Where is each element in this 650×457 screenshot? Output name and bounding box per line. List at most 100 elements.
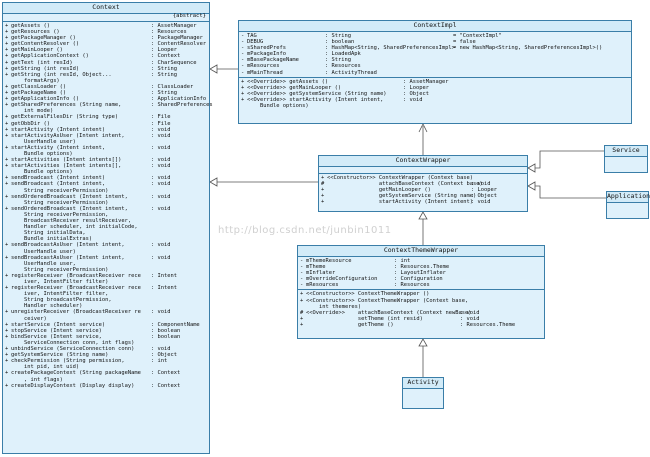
service-to-wrapper-arrowhead (527, 163, 536, 173)
contextthemewrapper-method-row: + <<Constructor>> ContextThemeWrapper (Co… (300, 298, 542, 310)
contextwrapper-methods-section: + <<Constructor>> ContextWrapper (Context… (319, 174, 527, 206)
member-signature: checkPermission (String permission, int … (11, 358, 125, 371)
member-signature: unregisterReceiver (BroadcastReceiver re… (11, 309, 141, 322)
service-class-box[interactable]: Service (604, 145, 648, 173)
contextwrapper-class-box[interactable]: ContextWrapper + <<Constructor>> ContextW… (318, 155, 528, 212)
context-method-row: + startActivity (Intent intent, Bundle op… (5, 145, 207, 157)
activity-fields-section (403, 389, 443, 396)
application-to-wrapper-arrowhead (527, 181, 536, 191)
member-signature: sendBroadcast (Intent intent, String rec… (11, 181, 109, 194)
member-type: : Intent (151, 272, 177, 279)
contextthemewrapper-field-row: - mResources: Resources (300, 282, 542, 288)
member-type: : void (471, 199, 491, 206)
member-signature: sendOrderedBroadcast (Intent intent, Str… (11, 205, 138, 243)
activity-class-box[interactable]: Activity (402, 377, 444, 409)
member-type: : void (151, 144, 171, 151)
wrapper-to-context-arrowhead (209, 177, 218, 187)
context-method-row: + checkPermission (String permission, int… (5, 358, 207, 370)
member-signature: sendBroadcastAsUser (Intent intent, User… (11, 254, 125, 273)
member-signature: sendBroadcastAsUser (Intent intent, User… (11, 242, 125, 255)
context-method-row: + getSharedPreferences (String name, int … (5, 102, 213, 115)
context-method-row: + unregisterReceiver (BroadcastReceiver r… (5, 309, 207, 321)
member-signature: mMainThread (247, 69, 283, 76)
application-fields-section (607, 203, 648, 209)
member-type: : void (151, 254, 171, 261)
member-signature: registerReceiver (BroadcastReceiver rece… (11, 272, 141, 285)
member-type: : Context (151, 370, 181, 377)
member-signature: registerReceiver (BroadcastReceiver rece… (11, 285, 141, 310)
contextimpl-class-title: ContextImpl (239, 21, 631, 32)
context-method-row: + createPackageContext (String packageNam… (5, 370, 207, 382)
member-type: : boolean (151, 333, 181, 340)
context-method-row: + bindService (Intent service, ServiceCon… (5, 334, 207, 346)
contextwrapper-fields-section (319, 167, 527, 174)
context-method-row: + sendBroadcast (Intent intent, String re… (5, 181, 207, 193)
activity-class-title: Activity (403, 378, 443, 389)
contextthemewrapper-class-box[interactable]: ContextThemeWrapper - mThemeResource: int… (297, 245, 545, 339)
member-signature: startActivity (Intent intent) (327, 199, 474, 206)
context-method-row: + sendBroadcastAsUser (Intent intent, Use… (5, 255, 207, 273)
context-method-row: + createDisplayContext (Display display):… (5, 383, 207, 389)
member-signature: bindService (Intent service, ServiceConn… (11, 333, 135, 346)
context-methods-section: + getAssets (): AssetManager + getResources… (3, 22, 213, 390)
application-to-wrapper-line (534, 185, 606, 199)
member-type: : void (403, 96, 423, 103)
member-type: : String (151, 71, 177, 78)
context-method-row: + getString (int resId, Object... formatA… (5, 72, 207, 84)
member-signature: createDisplayContext (Display display) (11, 382, 135, 389)
contextimpl-field-row: - mMainThread: ActivityThread (241, 70, 629, 76)
contextthemewrapper-class-title: ContextThemeWrapper (298, 246, 544, 257)
member-type: : Context (151, 382, 181, 389)
application-class-box[interactable]: Application (606, 191, 650, 219)
member-type: : Intent (151, 285, 177, 292)
contextimpl-method-row: + <<Override>> startActivity (Intent inte… (241, 97, 629, 109)
member-type: : void (151, 242, 171, 249)
member-signature: startActivityAsUser (Intent intent, User… (11, 132, 125, 145)
service-class-title: Service (605, 146, 647, 157)
context-method-row: + sendOrderedBroadcast (Intent intent, St… (5, 194, 207, 206)
context-method-row: + sendOrderedBroadcast (Intent intent, St… (5, 206, 207, 243)
impl-to-context-arrowhead (209, 64, 218, 74)
member-type: : Resources.Theme (460, 321, 516, 328)
context-method-row: + registerReceiver (BroadcastReceiver rec… (5, 273, 207, 285)
contextimpl-class-box[interactable]: ContextImpl - TAG: String = "ContextImpl" -… (238, 20, 632, 124)
member-signature: mResources (306, 282, 339, 289)
activity-to-themewrapper-arrowhead (418, 338, 428, 347)
member-signature: getString (int resId, Object... formatAr… (11, 71, 112, 84)
application-class-title: Application (607, 192, 650, 203)
context-method-row: + startActivityAsUser (Intent intent, Use… (5, 133, 207, 145)
member-type: : void (151, 163, 171, 170)
member-type: : void (151, 205, 171, 212)
contextwrapper-class-title: ContextWrapper (319, 156, 527, 167)
member-type: : Resources (394, 282, 430, 289)
member-signature: createPackageContext (String packageName… (11, 370, 141, 383)
contextimpl-fields-section: - TAG: String = "ContextImpl" - DEBUG: boole… (239, 32, 631, 78)
member-type: : int (151, 358, 168, 365)
contextthemewrapper-fields-section: - mThemeResource: int - mTheme: Resources.T… (298, 257, 544, 291)
member-type: : void (151, 181, 171, 188)
member-signature: startActivities (Intent intents[], Bundl… (11, 163, 122, 176)
contextimpl-methods-section: + <<Override>> getAssets (): AssetManager… (239, 78, 631, 110)
contextthemewrapper-methods-section: + <<Constructor>> ContextThemeWrapper () +… (298, 290, 544, 329)
service-fields-section (605, 157, 647, 163)
context-method-row: + sendBroadcastAsUser (Intent intent, Use… (5, 242, 207, 254)
contextwrapper-method-row: + startActivity (Intent intent): void (321, 199, 525, 205)
abstract-stereotype: {abstract} (172, 13, 206, 19)
member-type: : void (151, 132, 171, 139)
service-to-wrapper-line (534, 150, 604, 169)
member-signature: getSharedPreferences (String name, int m… (11, 102, 122, 115)
member-type: : void (151, 309, 171, 316)
member-type: : SharedPreferences (151, 102, 213, 109)
member-signature: getTheme () (306, 321, 394, 328)
member-signature: <<Constructor>> ContextThemeWrapper (Con… (306, 297, 469, 310)
contextthemewrapper-method-row: + getTheme (): Resources.Theme (300, 322, 542, 328)
member-type: : ActivityThread (325, 69, 377, 76)
context-method-row: + startActivities (Intent intents[], Bund… (5, 163, 207, 175)
member-signature: startActivity (Intent intent, Bundle opt… (11, 144, 106, 157)
member-signature: <<Override>> startActivity (Intent inten… (247, 96, 384, 110)
context-class-box[interactable]: Context {abstract} + getAssets (): AssetM… (2, 2, 213, 454)
context-method-row: + registerReceiver (BroadcastReceiver rec… (5, 285, 207, 309)
member-signature: sendOrderedBroadcast (Intent intent, Str… (11, 193, 128, 206)
member-type: : void (151, 193, 171, 200)
themewrapper-to-wrapper-arrowhead (418, 211, 428, 220)
